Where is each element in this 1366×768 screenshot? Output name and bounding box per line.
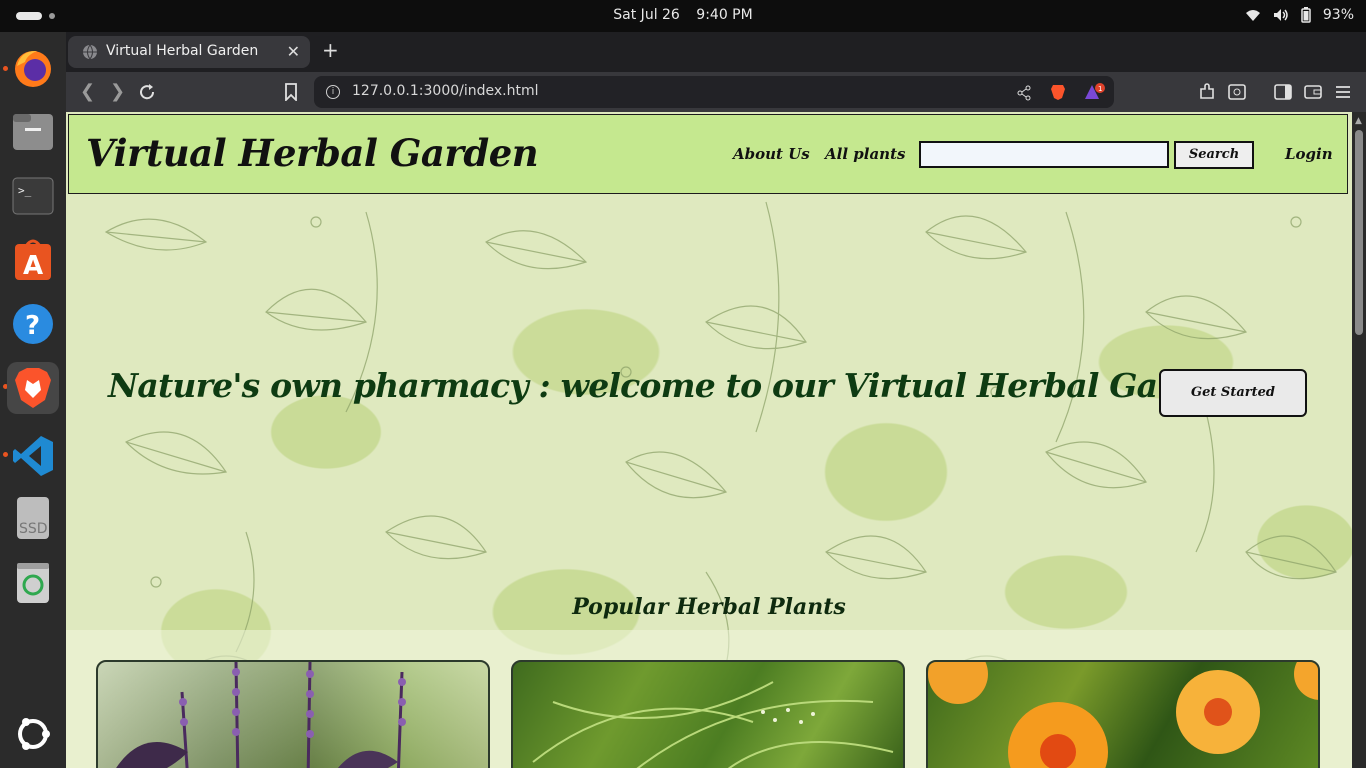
- tab-close-icon[interactable]: ✕: [287, 42, 300, 61]
- browser-toolbar: ❮ ❯ i 127.0.0.1:3000/index.html 1: [66, 72, 1366, 112]
- page-viewport: Virtual Herbal Garden About Us All plant…: [66, 112, 1352, 768]
- svg-text:A: A: [23, 251, 43, 281]
- new-tab-button[interactable]: +: [322, 38, 339, 62]
- globe-icon: [83, 44, 97, 60]
- share-icon[interactable]: [1016, 85, 1032, 101]
- tab-title: Virtual Herbal Garden: [106, 43, 259, 59]
- reload-icon[interactable]: [138, 83, 156, 101]
- clock[interactable]: Sat Jul 26 9:40 PM: [0, 7, 1366, 23]
- search-button[interactable]: Search: [1174, 141, 1254, 169]
- vscode-icon: [13, 436, 53, 476]
- brave-icon: [15, 368, 51, 408]
- nav-all-plants-link[interactable]: All plants: [825, 145, 905, 163]
- ssd-drive-launcher[interactable]: SSD: [7, 492, 59, 544]
- vscode-launcher[interactable]: [7, 430, 59, 482]
- firefox-launcher[interactable]: [7, 42, 59, 94]
- nav-login-link[interactable]: Login: [1285, 145, 1333, 163]
- ssd-drive-icon: SSD: [17, 497, 49, 539]
- active-tab[interactable]: Virtual Herbal Garden ✕: [68, 36, 310, 68]
- bookmark-icon[interactable]: [284, 83, 298, 101]
- hibiscus-plant-image: [928, 662, 1318, 768]
- tab-search-icon[interactable]: [1228, 83, 1246, 101]
- site-header: Virtual Herbal Garden About Us All plant…: [68, 114, 1348, 194]
- get-started-button[interactable]: Get Started: [1159, 369, 1307, 417]
- page-scrollbar[interactable]: ▲: [1352, 112, 1366, 768]
- wallet-icon[interactable]: [1304, 83, 1322, 101]
- app-center-icon: A: [15, 239, 51, 281]
- svg-text:>_: >_: [18, 184, 32, 197]
- forward-icon[interactable]: ❯: [110, 81, 125, 102]
- ssd-label: SSD: [19, 521, 48, 537]
- brave-shields-icon[interactable]: [1050, 83, 1066, 101]
- tulsi-plant-image: [116, 662, 406, 768]
- url-text[interactable]: 127.0.0.1:3000/index.html: [352, 83, 539, 99]
- plant-card-neem[interactable]: [511, 660, 905, 768]
- scroll-up-icon[interactable]: ▲: [1355, 116, 1362, 126]
- hero-heading: Nature's own pharmacy : welcome to our V…: [108, 366, 1240, 405]
- system-top-bar: Sat Jul 26 9:40 PM 93%: [0, 0, 1366, 32]
- show-apps-launcher[interactable]: [7, 708, 59, 760]
- site-info-icon[interactable]: i: [326, 85, 340, 99]
- time-text: 9:40 PM: [696, 7, 753, 23]
- trash-launcher[interactable]: [7, 556, 59, 608]
- trash-icon: [17, 563, 49, 603]
- back-icon[interactable]: ❮: [80, 81, 95, 102]
- date-text: Sat Jul 26: [613, 7, 680, 23]
- rewards-count: 1: [1098, 85, 1102, 93]
- help-launcher[interactable]: ?: [7, 298, 59, 350]
- tab-strip: Virtual Herbal Garden ✕ +: [66, 32, 1366, 72]
- plant-card-hibiscus[interactable]: [926, 660, 1320, 768]
- system-tray[interactable]: 93%: [1245, 7, 1354, 23]
- dock: >_ A ? SSD: [0, 32, 66, 768]
- wifi-icon: [1245, 10, 1260, 21]
- site-title[interactable]: Virtual Herbal Garden: [86, 131, 539, 175]
- brave-rewards-icon[interactable]: 1: [1084, 83, 1106, 103]
- ubuntu-apps-icon: [18, 718, 50, 750]
- brave-launcher[interactable]: [7, 362, 59, 414]
- terminal-launcher[interactable]: >_: [7, 170, 59, 222]
- battery-icon: [1301, 7, 1311, 23]
- app-center-launcher[interactable]: A: [7, 234, 59, 286]
- address-bar[interactable]: i 127.0.0.1:3000/index.html 1: [314, 76, 1114, 108]
- files-launcher[interactable]: [7, 106, 59, 158]
- firefox-icon: [15, 50, 51, 87]
- extensions-icon[interactable]: [1198, 83, 1216, 101]
- battery-percent: 93%: [1322, 7, 1354, 23]
- help-icon: ?: [13, 304, 53, 344]
- scrollbar-thumb[interactable]: [1355, 130, 1363, 335]
- sidebar-icon[interactable]: [1274, 83, 1292, 101]
- search-input[interactable]: [919, 141, 1169, 168]
- plant-card-tulsi[interactable]: [96, 660, 490, 768]
- popular-plants-heading: Popular Herbal Plants: [572, 594, 846, 620]
- menu-icon[interactable]: [1334, 83, 1352, 101]
- neem-plant-image: [532, 681, 894, 768]
- nav-about-link[interactable]: About Us: [733, 145, 810, 163]
- svg-text:?: ?: [25, 311, 40, 341]
- volume-icon: [1273, 9, 1288, 21]
- files-icon: [13, 114, 53, 150]
- terminal-icon: >_: [12, 177, 54, 215]
